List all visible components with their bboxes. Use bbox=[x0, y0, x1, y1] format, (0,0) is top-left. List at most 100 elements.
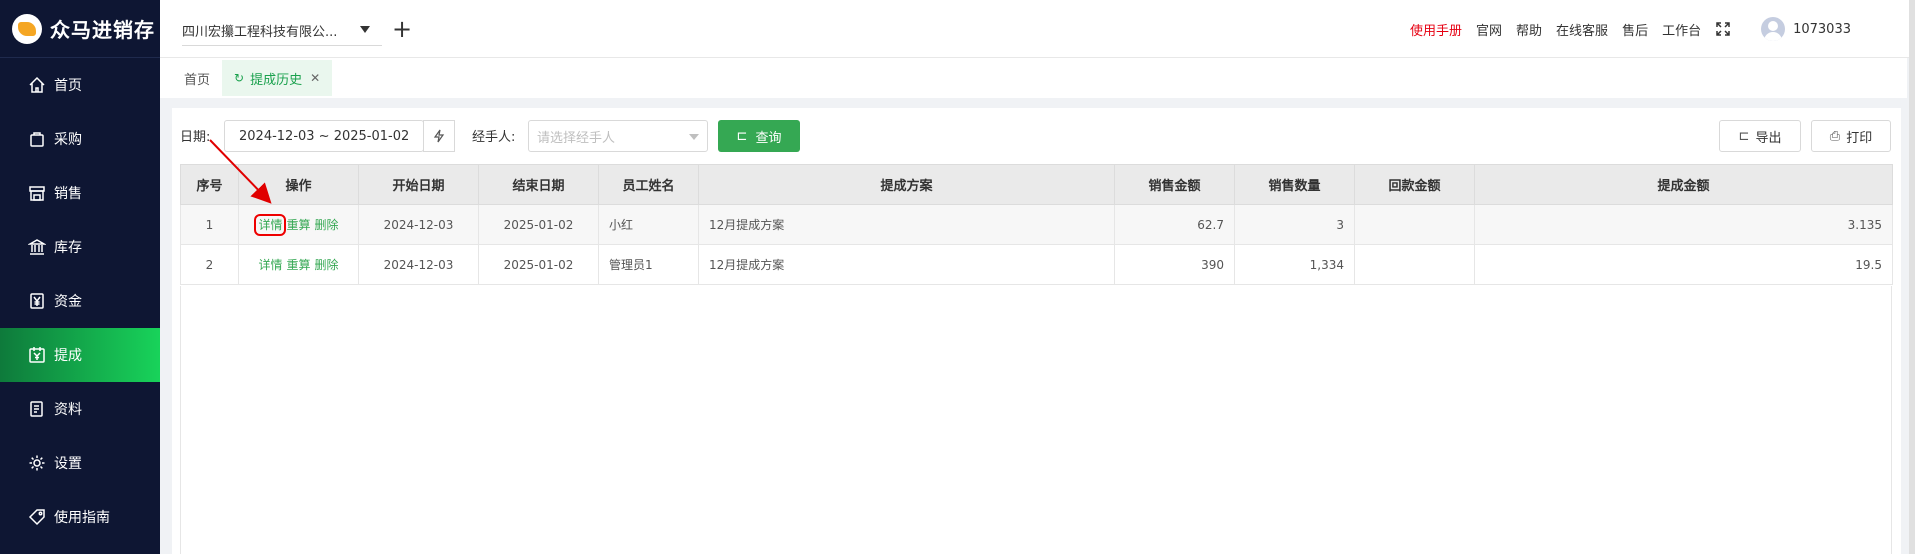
handler-label: 经手人: bbox=[472, 130, 516, 145]
column-header[interactable]: 操作 bbox=[238, 164, 359, 205]
gear-icon bbox=[28, 454, 46, 472]
delete-link[interactable]: 删除 bbox=[315, 258, 339, 272]
cell-employee: 小红 bbox=[598, 204, 699, 245]
sidebar-item-label: 资金 bbox=[54, 294, 82, 310]
cell-return-amount bbox=[1354, 244, 1475, 285]
header-links: 使用手册 官网 帮助 在线客服 售后 工作台 1073033 bbox=[1396, 0, 1851, 58]
table-row[interactable]: 2 详情 重算 删除 2024-12-03 2025-01-02 管理员1 12月提… bbox=[180, 244, 1893, 285]
cell-no: 1 bbox=[180, 204, 239, 245]
main-panel: 日期: 2024-12-03 ~ 2025-01-02 经手人: 请选择经手人 … bbox=[172, 108, 1901, 554]
column-header[interactable]: 结束日期 bbox=[478, 164, 599, 205]
company-select[interactable]: 四川宏攥工程科技有限公... bbox=[182, 16, 382, 46]
query-button[interactable]: ⊏ 查询 bbox=[718, 120, 800, 152]
cell-plan: 12月提成方案 bbox=[698, 204, 1115, 245]
query-icon: ⊏ bbox=[736, 128, 748, 144]
cell-sales-amount: 62.7 bbox=[1114, 204, 1235, 245]
export-button[interactable]: ⊏ 导出 bbox=[1719, 120, 1801, 152]
column-header[interactable]: 开始日期 bbox=[358, 164, 479, 205]
sidebar-item-guide[interactable]: 使用指南 bbox=[0, 490, 160, 544]
cell-sales-qty: 3 bbox=[1234, 204, 1355, 245]
column-header[interactable]: 序号 bbox=[180, 164, 239, 205]
app-logo[interactable]: 众马进销存 bbox=[0, 0, 160, 58]
tab-commission-history[interactable]: ↻ 提成历史 ✕ bbox=[222, 60, 333, 96]
add-icon[interactable]: + bbox=[392, 14, 412, 44]
sidebar-item-settings[interactable]: 设置 bbox=[0, 436, 160, 490]
print-label: 打印 bbox=[1846, 130, 1873, 146]
cell-actions: 详情 重算 删除 bbox=[238, 204, 359, 245]
yen-icon bbox=[28, 292, 46, 310]
sidebar-item-funds[interactable]: 资金 bbox=[0, 274, 160, 328]
column-header[interactable]: 销售金额 bbox=[1114, 164, 1235, 205]
cell-end-date: 2025-01-02 bbox=[478, 204, 599, 245]
home-icon bbox=[28, 76, 46, 94]
column-header[interactable]: 提成金额 bbox=[1474, 164, 1893, 205]
sidebar-item-inventory[interactable]: 库存 bbox=[0, 220, 160, 274]
tab-home[interactable]: 首页 bbox=[172, 60, 222, 96]
recalc-link[interactable]: 重算 bbox=[286, 218, 310, 232]
help-link[interactable]: 帮助 bbox=[1516, 20, 1542, 39]
website-link[interactable]: 官网 bbox=[1476, 20, 1502, 39]
sidebar-item-label: 设置 bbox=[54, 456, 82, 472]
tab-label: 提成历史 bbox=[250, 72, 303, 88]
company-name: 四川宏攥工程科技有限公... bbox=[182, 25, 338, 40]
cell-start-date: 2024-12-03 bbox=[358, 244, 479, 285]
sidebar-item-commission[interactable]: 提成 bbox=[0, 328, 160, 382]
date-range-input[interactable]: 2024-12-03 ~ 2025-01-02 bbox=[224, 120, 424, 152]
table-row[interactable]: 1 详情 重算 删除 2024-12-03 2025-01-02 小红 12月提成方… bbox=[180, 204, 1893, 245]
refresh-icon[interactable]: ↻ bbox=[234, 71, 244, 85]
workbench-link[interactable]: 工作台 bbox=[1662, 20, 1701, 39]
avatar bbox=[1761, 17, 1786, 41]
handler-placeholder: 请选择经手人 bbox=[537, 130, 616, 146]
sidebar-item-label: 库存 bbox=[54, 240, 82, 256]
page-scrollbar[interactable] bbox=[1909, 0, 1915, 554]
column-header[interactable]: 销售数量 bbox=[1234, 164, 1355, 205]
cell-sales-amount: 390 bbox=[1114, 244, 1235, 285]
detail-link[interactable]: 详情 bbox=[258, 258, 282, 272]
column-header[interactable]: 员工姓名 bbox=[598, 164, 699, 205]
sidebar-item-sales[interactable]: 销售 bbox=[0, 166, 160, 220]
online-service-link[interactable]: 在线客服 bbox=[1556, 20, 1608, 39]
cell-no: 2 bbox=[180, 244, 239, 285]
detail-link[interactable]: 详情 bbox=[254, 214, 287, 236]
app-title: 众马进销存 bbox=[50, 18, 155, 42]
sidebar-item-home[interactable]: 首页 bbox=[0, 58, 160, 112]
cell-actions: 详情 重算 删除 bbox=[238, 244, 359, 285]
print-button[interactable]: ⎙ 打印 bbox=[1811, 120, 1891, 152]
table-empty-area bbox=[180, 286, 1892, 554]
cell-commission: 19.5 bbox=[1474, 244, 1893, 285]
delete-link[interactable]: 删除 bbox=[315, 218, 339, 232]
tab-label: 首页 bbox=[184, 72, 211, 88]
print-icon: ⎙ bbox=[1829, 128, 1841, 144]
sidebar-item-data[interactable]: 资料 bbox=[0, 382, 160, 436]
lightning-icon bbox=[433, 129, 445, 143]
commission-history-table: 序号 操作 开始日期 结束日期 员工姓名 提成方案 销售金额 销售数量 回款金额… bbox=[180, 164, 1893, 285]
fullscreen-icon[interactable] bbox=[1715, 21, 1731, 37]
sidebar: 众马进销存 首页 采购 销售 库存 资金 提成 资料 设置 使用指南 bbox=[0, 0, 160, 554]
calendar-yen-icon bbox=[28, 346, 46, 364]
after-sales-link[interactable]: 售后 bbox=[1622, 20, 1648, 39]
table-header-row: 序号 操作 开始日期 结束日期 员工姓名 提成方案 销售金额 销售数量 回款金额… bbox=[180, 164, 1893, 205]
cell-sales-qty: 1,334 bbox=[1234, 244, 1355, 285]
sidebar-item-label: 首页 bbox=[54, 78, 82, 94]
manual-link[interactable]: 使用手册 bbox=[1410, 20, 1462, 39]
chevron-down-icon bbox=[360, 26, 370, 33]
user-id: 1073033 bbox=[1793, 21, 1851, 37]
sidebar-item-label: 采购 bbox=[54, 132, 82, 148]
sidebar-item-purchase[interactable]: 采购 bbox=[0, 112, 160, 166]
close-icon[interactable]: ✕ bbox=[310, 71, 320, 85]
quick-date-button[interactable] bbox=[423, 120, 455, 152]
sidebar-item-label: 提成 bbox=[54, 348, 82, 364]
user-menu[interactable]: 1073033 bbox=[1761, 17, 1851, 41]
sidebar-item-label: 资料 bbox=[54, 402, 82, 418]
recalc-link[interactable]: 重算 bbox=[286, 258, 310, 272]
cell-employee: 管理员1 bbox=[598, 244, 699, 285]
sidebar-item-label: 使用指南 bbox=[54, 510, 110, 526]
cell-start-date: 2024-12-03 bbox=[358, 204, 479, 245]
column-header[interactable]: 回款金额 bbox=[1354, 164, 1475, 205]
chevron-down-icon bbox=[689, 134, 699, 140]
column-header[interactable]: 提成方案 bbox=[698, 164, 1115, 205]
cell-plan: 12月提成方案 bbox=[698, 244, 1115, 285]
bag-icon bbox=[28, 130, 46, 148]
handler-select[interactable]: 请选择经手人 bbox=[528, 120, 708, 152]
date-range-value: 2024-12-03 ~ 2025-01-02 bbox=[239, 128, 410, 144]
